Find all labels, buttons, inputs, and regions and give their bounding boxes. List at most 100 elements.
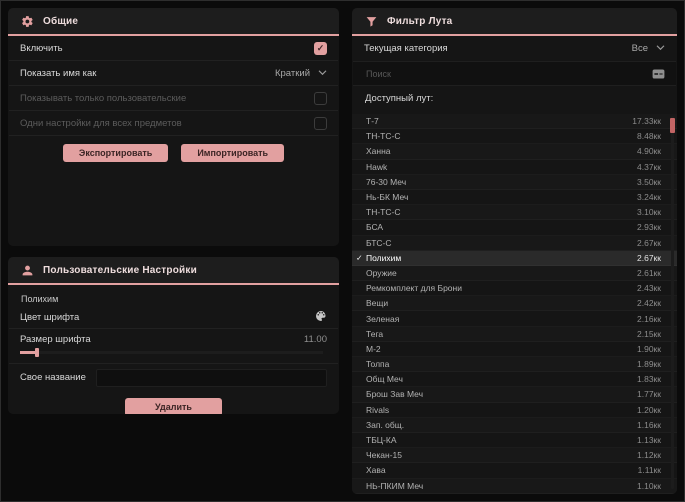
category-dropdown[interactable]: Все [632, 43, 665, 54]
loot-list-item[interactable]: БТС-С 2.67кк [352, 235, 677, 251]
mod-settings-screen: Общие Включить ✓ Показать имя как Кратки… [0, 0, 685, 502]
loot-list-item[interactable]: БСА 2.93кк [352, 220, 677, 235]
slider-handle[interactable] [35, 348, 39, 357]
loot-list-item[interactable]: Зеленая 2.16кк [352, 311, 677, 326]
delete-button[interactable]: Удалить [125, 398, 222, 414]
loot-list-item[interactable]: Нь-БК Меч 3.24кк [352, 190, 677, 205]
loot-item-name: Брош Зав Меч [366, 389, 424, 400]
category-label: Текущая категория [364, 43, 448, 54]
loot-item-name: БТС-С [366, 237, 392, 248]
loot-list-item[interactable]: Вещи 2.42кк [352, 296, 677, 312]
font-size-label: Размер шрифта [20, 333, 91, 345]
custom-name-row: Свое название [9, 364, 338, 391]
loot-item-value: 2.61кк [637, 267, 661, 278]
loot-item-name: Зап. общ. [366, 419, 405, 430]
loot-list-item[interactable]: ТБЦ-КА 1.13кк [352, 433, 677, 448]
loot-list-item[interactable]: ✓ Полихим 2.67кк [352, 250, 677, 266]
custom-panel-header: Пользовательские Настройки [8, 257, 339, 285]
loot-list-item[interactable]: ТН-ТС-С 3.10кк [352, 205, 677, 221]
gear-icon [21, 15, 34, 28]
loot-item-name: Оружие [366, 267, 397, 278]
loot-list-item[interactable]: Hawk 4.37кк [352, 160, 677, 175]
loot-item-name: Ханна [366, 146, 391, 157]
search-input[interactable] [364, 67, 652, 80]
loot-list-item[interactable]: Rivals 1.20кк [352, 403, 677, 418]
scrollbar-track[interactable] [671, 116, 674, 489]
font-size-row: Размер шрифта 11.00 [9, 329, 338, 364]
loot-list-item[interactable]: Ханна 4.90кк [352, 144, 677, 160]
category-value: Все [631, 43, 648, 54]
loot-item-value: 1.90кк [637, 343, 661, 354]
loot-list-item[interactable]: ТН-ТС-С 8.48кк [352, 129, 677, 144]
filter-panel-header: Фильтр Лута [352, 8, 677, 36]
filter-panel-title: Фильтр Лута [387, 15, 453, 27]
loot-list: Т-7 17.33кк ТН-ТС-С 8.48кк Ханна 4.90кк Hawk 4.… [352, 114, 677, 494]
loot-item-value: 1.83кк [637, 374, 661, 385]
loot-item-name: БСА [366, 222, 384, 233]
import-button[interactable]: Импортировать [181, 144, 285, 162]
enable-checkbox[interactable]: ✓ [314, 41, 327, 55]
only-custom-checkbox[interactable] [314, 91, 327, 105]
same-settings-label: Одни настройки для всех предметов [20, 117, 182, 129]
loot-item-name: ТН-ТС-С [366, 131, 401, 142]
loot-item-value: 1.13кк [637, 435, 661, 446]
same-settings-checkbox[interactable] [314, 116, 327, 130]
selected-item-name: Полихим [21, 294, 59, 304]
loot-list-item[interactable]: Толпа 1.89кк [352, 357, 677, 373]
search-row [353, 62, 676, 86]
available-loot-label: Доступный лут: [365, 93, 434, 104]
loot-item-name: Зеленая [366, 313, 400, 324]
loot-list-item[interactable]: Общ Меч 1.83кк [352, 372, 677, 387]
loot-item-name: Хава [366, 465, 386, 476]
loot-item-value: 4.90кк [637, 146, 661, 157]
loot-item-value: 1.12кк [637, 450, 661, 461]
loot-item-name: ТБЦ-КА [366, 435, 397, 446]
slider-fill [20, 351, 36, 354]
search-options-icon[interactable] [652, 68, 665, 79]
loot-list-item[interactable]: Зап. общ. 1.16кк [352, 417, 677, 433]
funnel-icon [365, 15, 378, 28]
user-settings-icon [21, 264, 34, 277]
loot-list-item[interactable]: Тега 2.15кк [352, 326, 677, 342]
loot-list-item[interactable]: Хава 1.11кк [352, 463, 677, 478]
loot-list-item[interactable]: Оружие 2.61кк [352, 265, 677, 282]
loot-item-value: 1.11кк [637, 465, 661, 476]
loot-list-item[interactable]: М-2 1.90кк [352, 342, 677, 357]
loot-item-value: 1.20кк [637, 404, 661, 415]
chevron-down-icon [656, 43, 665, 54]
loot-list-item[interactable]: Чекан-15 1.12кк [352, 448, 677, 464]
loot-item-name: Вещи [366, 298, 389, 309]
scrollbar-thumb[interactable] [670, 118, 675, 133]
loot-item-value: 3.10кк [637, 207, 661, 218]
loot-item-name: Общ Меч [366, 374, 403, 385]
font-color-row: Цвет шрифта [9, 307, 338, 329]
loot-item-name: ТН-ТС-С [366, 207, 401, 218]
loot-list-item[interactable]: 76-30 Меч 3.50кк [352, 174, 677, 190]
loot-item-value: 2.93кк [637, 222, 661, 233]
font-color-label: Цвет шрифта [20, 312, 80, 323]
custom-settings-panel: Пользовательские Настройки Полихим Цвет … [8, 257, 339, 414]
loot-item-name: М-2 [366, 343, 381, 354]
loot-item-value: 2.16кк [637, 313, 661, 324]
loot-item-value: 3.24кк [637, 192, 661, 203]
loot-item-name: НЬ-ПКИМ Меч [366, 480, 424, 491]
custom-name-input[interactable] [95, 368, 327, 387]
loot-item-value: 1.16кк [637, 419, 661, 430]
custom-panel-title: Пользовательские Настройки [43, 264, 197, 276]
loot-list-item[interactable]: Ремкомплект для Брони 2.43кк [352, 281, 677, 296]
loot-list-item[interactable]: НЬ-ПКИМ Меч 1.10кк [352, 478, 677, 494]
loot-list-item[interactable]: Брош Зав Меч 1.77кк [352, 387, 677, 403]
loot-item-value: 4.37кк [637, 161, 661, 172]
loot-item-name: Полихим [366, 252, 402, 263]
custom-name-label: Свое название [20, 372, 86, 383]
loot-list-item[interactable]: Т-7 17.33кк [352, 114, 677, 130]
palette-icon[interactable] [315, 310, 327, 325]
loot-item-value: 1.10кк [637, 480, 661, 491]
show-name-dropdown[interactable]: Краткий [275, 68, 327, 79]
loot-item-value: 17.33кк [632, 116, 661, 127]
font-size-slider[interactable] [20, 348, 327, 357]
export-button[interactable]: Экспортировать [62, 144, 169, 162]
loot-item-name: Rivals [366, 404, 390, 415]
show-name-row: Показать имя как Краткий [9, 61, 338, 86]
loot-item-name: Т-7 [366, 116, 379, 127]
